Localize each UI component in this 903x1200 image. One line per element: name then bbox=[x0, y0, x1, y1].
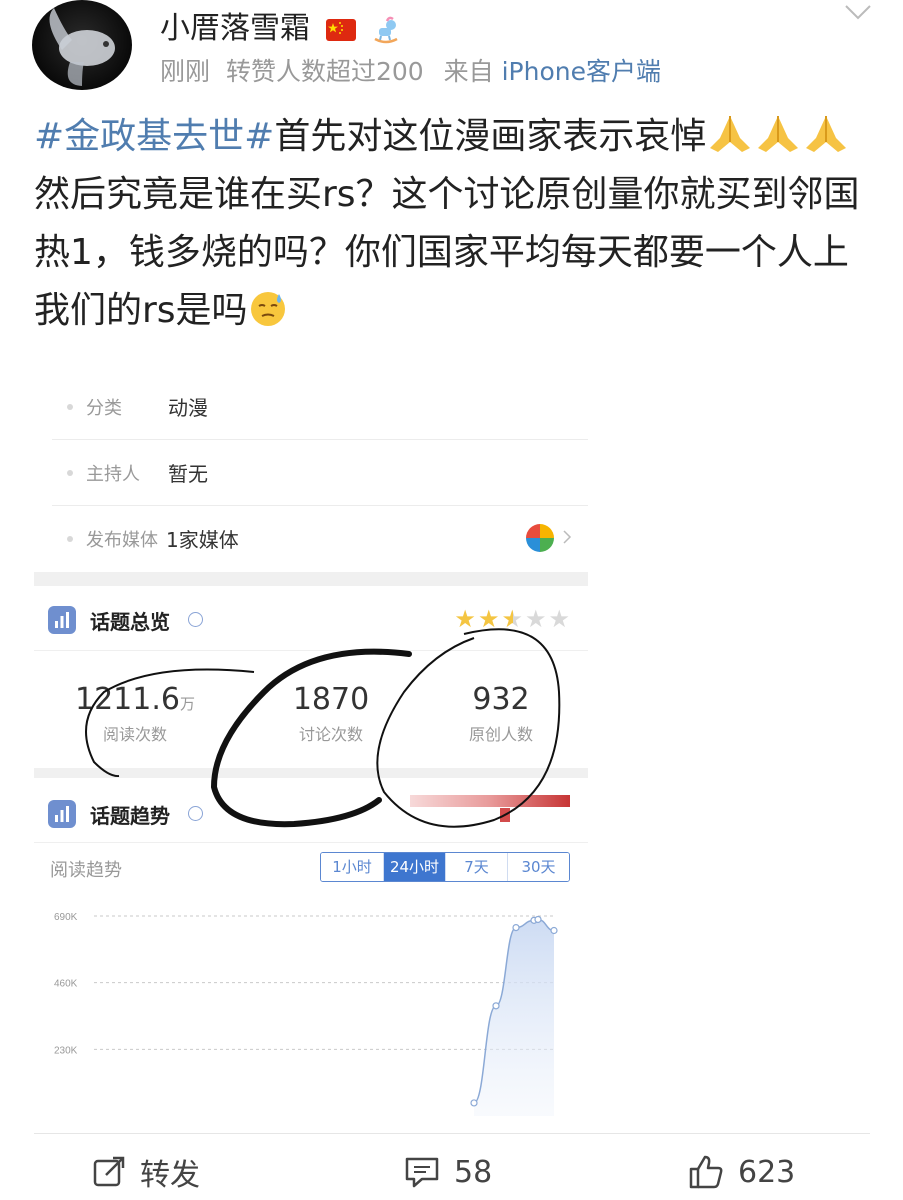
china-flag-icon bbox=[325, 18, 356, 41]
chevron-down-icon[interactable] bbox=[843, 2, 873, 22]
post-meta: 刚刚 转赞人数超过200 来自 iPhone客户端 bbox=[160, 52, 661, 88]
topic-screenshot: 分类 动漫 主持人 暂无 发布媒体 1家媒体 话题总览 ★★★★★ 1211.6… bbox=[34, 372, 588, 1124]
post-text-part-2: 然后究竟是谁在买rs？这个讨论原创量你就买到邻国热1，钱多烧的吗？你们国家平均每… bbox=[34, 174, 860, 331]
like-count: 623 bbox=[738, 1154, 796, 1190]
rocking-horse-badge-icon bbox=[374, 16, 398, 43]
post-time: 刚刚 bbox=[160, 57, 211, 86]
sweat-face-emoji-icon bbox=[250, 292, 285, 326]
source-prefix: 来自 bbox=[443, 57, 494, 86]
comment-count: 58 bbox=[454, 1154, 493, 1190]
repost-label: 转发 bbox=[140, 1158, 200, 1193]
folded-hands-emoji-icon bbox=[758, 116, 799, 152]
hashtag-link[interactable]: #金政基去世# bbox=[34, 116, 274, 157]
comment-button[interactable]: 58 bbox=[404, 1150, 492, 1194]
action-divider bbox=[34, 1133, 870, 1134]
hand-drawn-annotation bbox=[85, 628, 561, 828]
post-text: #金政基去世#首先对这位漫画家表示哀悼然后究竟是谁在买rs？这个讨论原创量你就买… bbox=[34, 108, 874, 340]
folded-hands-emoji-icon bbox=[806, 116, 847, 152]
avatar[interactable] bbox=[32, 0, 132, 90]
username[interactable]: 小厝落雪霜 bbox=[160, 3, 401, 47]
source-link[interactable]: iPhone客户端 bbox=[502, 57, 661, 86]
repost-icon bbox=[93, 1156, 125, 1187]
like-button[interactable]: 623 bbox=[688, 1150, 795, 1194]
folded-hands-emoji-icon bbox=[710, 116, 751, 152]
reposts-note: 转赞人数超过200 bbox=[225, 57, 424, 86]
thumbs-up-icon bbox=[689, 1155, 723, 1189]
post-text-part-1: 首先对这位漫画家表示哀悼 bbox=[274, 116, 707, 157]
comment-icon bbox=[405, 1157, 439, 1188]
repost-button[interactable]: 转发 bbox=[92, 1150, 200, 1194]
username-text[interactable]: 小厝落雪霜 bbox=[160, 11, 310, 46]
